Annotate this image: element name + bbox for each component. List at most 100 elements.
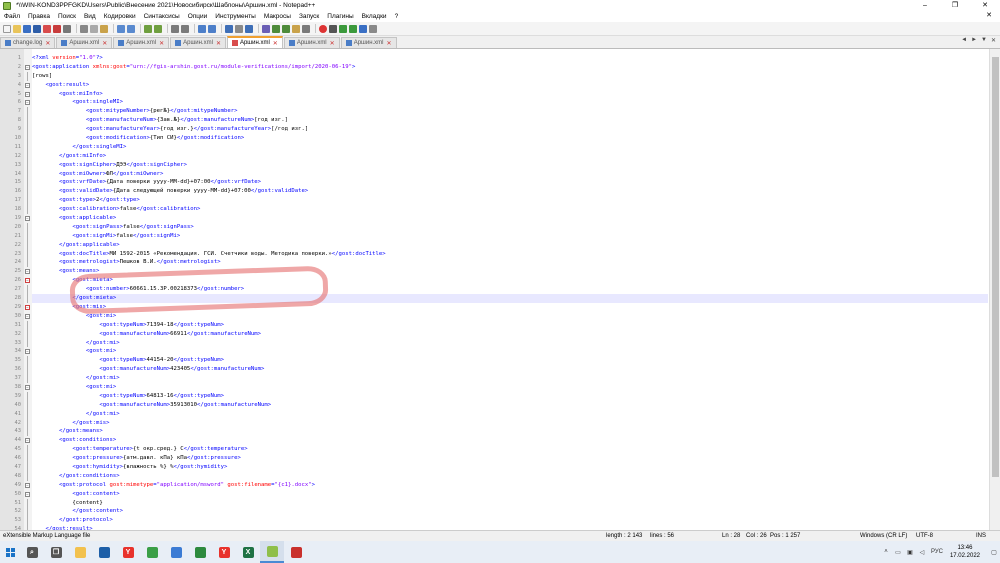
menu-tools[interactable]: Инструменты — [211, 13, 260, 20]
tab-arshin-3[interactable]: Аршин.xml ✕ — [170, 37, 226, 48]
record-macro-icon[interactable] — [319, 24, 327, 33]
tab-next-icon[interactable]: ► — [969, 37, 979, 44]
code-line[interactable]: 16 <gost:validDate>{Дата следующей повер… — [15, 187, 988, 197]
code-line[interactable]: 12 </gost:miInfo> — [15, 151, 988, 161]
code-line[interactable]: 23 <gost:docTitle>МИ 1592-2015 «Рекоменд… — [15, 249, 988, 259]
code-line[interactable]: 32 <gost:manufactureNum>66911</gost:manu… — [15, 329, 988, 339]
tab-close-icon[interactable]: ✕ — [45, 40, 50, 47]
code-line[interactable]: 38− <gost:mi> — [15, 383, 988, 392]
code-line[interactable]: 36 <gost:manufactureNum>423405</gost:man… — [15, 365, 988, 375]
close-file-icon[interactable] — [43, 24, 51, 33]
word-wrap-icon[interactable] — [225, 24, 233, 33]
paste-icon[interactable] — [100, 24, 108, 33]
menu-help[interactable]: ? — [391, 13, 403, 20]
spell-check-icon[interactable] — [369, 24, 377, 33]
start-button[interactable] — [0, 541, 20, 563]
tab-close-current-icon[interactable]: ✕ — [989, 37, 998, 44]
taskbar-app-excel[interactable]: X — [236, 541, 260, 563]
menu-search[interactable]: Поиск — [54, 13, 80, 20]
code-line[interactable]: 13 <gost:signCipher>ДЭЭ</gost:signCipher… — [15, 160, 988, 170]
fold-toggle-icon[interactable]: − — [25, 269, 30, 275]
fold-toggle-icon[interactable]: − — [25, 482, 30, 488]
code-line[interactable]: 27 <gost:number>60661.15.3Р.00218373</go… — [15, 285, 988, 295]
scrollbar-thumb[interactable] — [992, 57, 999, 477]
fold-margin[interactable] — [24, 49, 32, 530]
tab-close-icon[interactable]: ✕ — [273, 40, 278, 47]
tab-arshin-5[interactable]: Аршин.xml ✕ — [283, 37, 340, 48]
tab-arshin-6[interactable]: Аршин.xml ✕ — [340, 37, 397, 48]
keyboard-language-indicator[interactable]: РУС — [929, 549, 945, 555]
taskbar-app-network[interactable] — [164, 541, 188, 563]
code-line[interactable]: 6− <gost:singleMI> — [18, 98, 988, 107]
fold-toggle-icon[interactable]: − — [25, 438, 30, 444]
code-line[interactable]: 47 <gost:hymidity>{влажность %} %</gost:… — [15, 462, 988, 472]
document-map-icon[interactable] — [272, 24, 280, 33]
zoom-in-icon[interactable] — [171, 24, 179, 33]
menu-language[interactable]: Синтаксисы — [140, 13, 184, 20]
undo-icon[interactable] — [117, 24, 125, 33]
save-all-icon[interactable] — [33, 24, 41, 33]
fold-toggle-icon[interactable]: − — [25, 91, 30, 97]
code-line[interactable]: 8 <gost:manufactureNum>{Зав.№}</gost:man… — [18, 116, 988, 126]
code-line[interactable]: 49− <gost:protocol gost:mimetype="applic… — [15, 481, 988, 490]
fold-toggle-icon[interactable]: − — [25, 64, 30, 70]
user-defined-language-icon[interactable] — [262, 24, 270, 33]
play-macro-icon[interactable] — [339, 24, 347, 33]
close-button[interactable]: ✕ — [970, 0, 1000, 11]
code-line[interactable]: 15 <gost:vrfDate>{Дата поверки yyyy-MM-d… — [15, 178, 988, 188]
code-line[interactable]: 22 </gost:applicable> — [15, 240, 988, 250]
fold-toggle-icon[interactable]: − — [25, 82, 30, 88]
code-line[interactable]: 29− <gost:mis> — [15, 303, 988, 312]
tab-list-icon[interactable]: ▼ — [979, 37, 989, 44]
code-line[interactable]: 24 <gost:metrologist>Пешков В.И.</gost:m… — [15, 258, 988, 268]
tab-arshin-active[interactable]: Аршин.xml ✕ — [226, 36, 283, 48]
code-line[interactable]: 52 </gost:content> — [15, 507, 988, 517]
taskbar-app-notepad-plus-plus[interactable] — [260, 541, 284, 563]
save-icon[interactable] — [23, 24, 31, 33]
code-line[interactable]: 40 <gost:manufactureNum>35913010</gost:m… — [15, 400, 988, 410]
tab-prev-icon[interactable]: ◄ — [959, 37, 969, 44]
tab-close-icon[interactable]: ✕ — [330, 40, 335, 47]
code-line[interactable]: 21 <gost:signMi>false</gost:signMi> — [15, 231, 988, 241]
folder-as-workspace-icon[interactable] — [292, 24, 300, 33]
code-line[interactable]: 42 </gost:mis> — [15, 418, 988, 428]
fold-toggle-icon[interactable]: − — [25, 384, 30, 390]
code-line[interactable]: 35 <gost:typeNum>44154-20</gost:typeNum> — [15, 356, 988, 366]
stop-recording-icon[interactable] — [329, 24, 337, 33]
code-line[interactable]: 28 </gost:mieta> — [15, 294, 988, 303]
close-document-icon[interactable]: ✕ — [982, 11, 996, 19]
taskbar-app-pdf-reader[interactable] — [284, 541, 308, 563]
monitoring-icon[interactable] — [302, 24, 310, 33]
code-line[interactable]: 48 </gost:conditions> — [15, 471, 988, 481]
code-line[interactable]: 4− <gost:result> — [18, 81, 988, 90]
taskbar-app-chrome[interactable] — [140, 541, 164, 563]
print-icon[interactable] — [63, 24, 71, 33]
code-line[interactable]: 17 <gost:type>2</gost:type> — [15, 196, 988, 206]
replace-icon[interactable] — [154, 24, 162, 33]
menu-file[interactable]: Файл — [0, 13, 24, 20]
taskbar-app-yandex[interactable]: Y — [212, 541, 236, 563]
code-line[interactable]: 11 </gost:singleMI> — [15, 142, 988, 152]
zoom-out-icon[interactable] — [181, 24, 189, 33]
fold-toggle-icon[interactable]: − — [25, 313, 30, 319]
menu-encoding[interactable]: Кодировки — [100, 13, 140, 20]
maximize-button[interactable]: ❐ — [940, 0, 970, 11]
chevron-up-icon[interactable]: ˄ — [881, 549, 891, 555]
taskbar-app-task-view[interactable]: ❐ — [44, 541, 68, 563]
fold-toggle-icon[interactable]: − — [25, 100, 30, 106]
code-line[interactable]: 45 <gost:temperature>{t окр.сред.} C</go… — [15, 445, 988, 455]
code-line[interactable]: 18 <gost:calibration>false</gost:calibra… — [15, 205, 988, 215]
indent-guide-icon[interactable] — [245, 24, 253, 33]
taskbar-app-mail[interactable] — [92, 541, 116, 563]
new-file-icon[interactable] — [3, 24, 11, 33]
code-line[interactable]: 20 <gost:signPass>false</gost:signPass> — [15, 222, 988, 232]
tab-close-icon[interactable]: ✕ — [159, 40, 164, 47]
close-all-icon[interactable] — [53, 24, 61, 33]
code-line[interactable]: 26− <gost:mieta> — [15, 276, 988, 285]
save-macro-icon[interactable] — [359, 24, 367, 33]
copy-icon[interactable] — [90, 24, 98, 33]
code-line[interactable]: 3 [rows] — [18, 71, 988, 81]
code-line[interactable]: 53 </gost:protocol> — [15, 516, 988, 526]
clock[interactable]: 13:46 17.02.2022 — [950, 544, 980, 560]
sync-horizontal-icon[interactable] — [208, 24, 216, 33]
